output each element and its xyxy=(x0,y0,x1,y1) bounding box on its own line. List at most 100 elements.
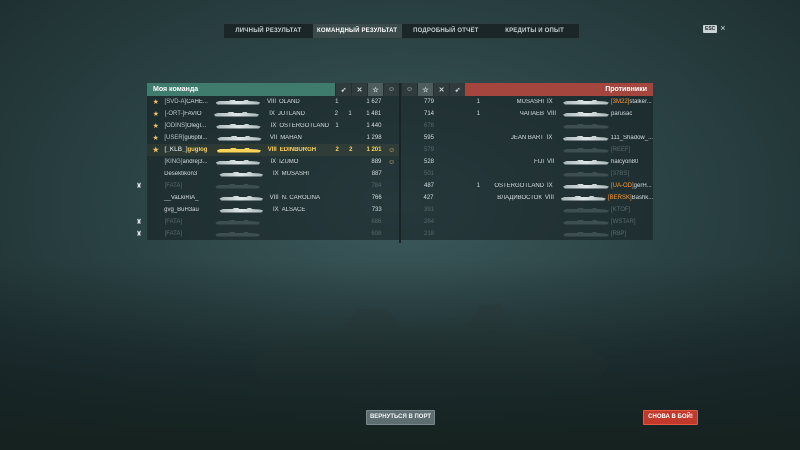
ship-name: MUSASHI xyxy=(516,99,544,105)
base-xp: 678 xyxy=(423,123,434,129)
table-row[interactable]: [FATA] 784 ♜ xyxy=(136,180,399,192)
table-row[interactable]: ★ [_KLB_] guglog VIII EDINBURGH 2 2 1 201 ☺ xyxy=(147,144,399,156)
torpedo-icon[interactable]: ➶ xyxy=(449,83,465,96)
ship-tier: VIII xyxy=(547,111,557,117)
cross-icon[interactable]: ✕ xyxy=(433,83,449,96)
table-row[interactable]: 779 1 MUSASHI IX [3M22] stalker... xyxy=(401,96,653,108)
ship-silhouette-icon xyxy=(219,207,264,213)
close-icon[interactable]: × xyxy=(720,24,725,33)
team-results-board: Моя команда ➶ ✕ ☆ ☺ ★ [SVD-A] CAHE... VIII Ö… xyxy=(136,83,653,243)
close-control[interactable]: ESC × xyxy=(703,24,726,33)
enemy-team-title: Противники xyxy=(465,83,653,96)
ship-tier: VIII xyxy=(267,147,277,153)
ship-tier: IX xyxy=(273,171,279,177)
tab-detailed-report[interactable]: ПОДРОБНЫЙ ОТЧЁТ xyxy=(402,24,491,38)
ship-silhouette-icon xyxy=(563,207,609,213)
kills-count: 1 xyxy=(335,123,339,129)
tab-personal-result[interactable]: ЛИЧНЫЙ РЕЗУЛЬТАТ xyxy=(224,24,313,38)
base-xp: 487 xyxy=(423,183,434,189)
assists-count: 2 xyxy=(349,147,353,153)
ship-silhouette-icon xyxy=(215,231,261,237)
ship-name: MUSASHI xyxy=(281,171,310,177)
base-xp: 1 201 xyxy=(366,147,382,153)
player-name: andrej3... xyxy=(182,159,208,165)
ship-silhouette-icon xyxy=(216,147,262,153)
return-to-port-button[interactable]: ВЕРНУТЬСЯ В ПОРТ xyxy=(366,410,435,425)
base-xp: 733 xyxy=(371,207,382,213)
table-row[interactable]: [FATA] 686 ♜ xyxy=(136,216,399,228)
laurel-icon[interactable]: ☺ xyxy=(401,83,417,96)
table-row[interactable]: [FATA] 608 ♜ xyxy=(136,228,399,240)
battle-again-button[interactable]: СНОВА В БОЙ! xyxy=(643,410,698,425)
player-clan: [REEF] xyxy=(611,147,631,153)
laurel-icon[interactable]: ☺ xyxy=(383,83,399,96)
star-icon[interactable]: ☆ xyxy=(367,83,383,96)
base-xp: 1 481 xyxy=(366,111,382,117)
base-xp: 579 xyxy=(423,147,434,153)
player-name: CAHE... xyxy=(186,99,208,105)
player-name: OlegI... xyxy=(186,123,207,129)
ship-tier: IX xyxy=(547,99,553,105)
table-row[interactable]: 595 JEAN BART IX 111_Shadow_... xyxy=(401,132,653,144)
cross-icon[interactable]: ✕ xyxy=(351,83,367,96)
ship-tier: VII xyxy=(547,159,555,165)
table-row[interactable]: __VaLkiRiA_ VIII N. CAROLINA 766 xyxy=(147,192,399,204)
ship-name: ЧАПАЕВ xyxy=(519,111,544,117)
base-xp: 766 xyxy=(371,195,382,201)
table-row[interactable]: 678 xyxy=(401,120,653,132)
player-clan: [FATA] xyxy=(164,183,183,189)
tab-team-result[interactable]: КОМАНДНЫЙ РЕЗУЛЬТАТ xyxy=(312,24,402,38)
ship-tier: IX xyxy=(270,123,277,129)
base-xp: 779 xyxy=(423,99,434,105)
ship-silhouette-icon xyxy=(217,135,262,141)
table-row[interactable]: 528 FIJI VII halcyon80 xyxy=(401,156,653,168)
table-row[interactable]: ★ [USER] gu6pbl... VII MAHAN 1 298 xyxy=(147,132,399,144)
base-xp: 608 xyxy=(371,231,382,237)
ship-silhouette-icon xyxy=(563,147,609,153)
ship-silhouette-icon xyxy=(215,183,261,189)
player-clan: [KING] xyxy=(164,159,183,165)
player-clan: [SVD-A] xyxy=(164,99,187,105)
division-badge-icon: ♜ xyxy=(135,231,143,238)
my-team-list: ★ [SVD-A] CAHE... VIII ÖLAND 1 1 627 ★ [-ORT-] FA… xyxy=(136,96,399,240)
player-clan: [-ORT-] xyxy=(164,111,185,117)
table-row[interactable]: 714 1 ЧАПАЕВ VIII parusac xyxy=(401,108,653,120)
table-row[interactable]: ★ [-ORT-] FAVIO IX JUTLAND 2 1 1 481 xyxy=(147,108,399,120)
table-row[interactable]: [KING] andrej3... IX IZUMO 889 ☺ xyxy=(147,156,399,168)
ship-name: IZUMO xyxy=(279,159,299,165)
player-clan: [UA-OD] xyxy=(611,183,634,189)
table-row[interactable]: ★ [SVD-A] CAHE... VIII ÖLAND 1 1 627 xyxy=(147,96,399,108)
base-xp: 501 xyxy=(423,171,434,177)
laurel-icon: ☺ xyxy=(388,146,396,154)
ship-silhouette-icon xyxy=(563,171,609,177)
table-row[interactable]: ★ [ODINS] OlegI... IX ÖSTERGÖTLAND 1 1 440 xyxy=(147,120,399,132)
table-row[interactable]: 501 [37BS] xyxy=(401,168,653,180)
tab-credits-xp[interactable]: КРЕДИТЫ И ОПЫТ xyxy=(490,24,579,38)
star-icon[interactable]: ☆ xyxy=(417,83,433,96)
kills-count: 1 xyxy=(476,111,480,117)
player-clan: [ODINS] xyxy=(164,123,187,129)
base-xp: 528 xyxy=(423,159,434,165)
ship-silhouette-icon xyxy=(215,99,261,105)
table-row[interactable]: Desektikon3 IX MUSASHI 887 xyxy=(147,168,399,180)
ship-name: ÖLAND xyxy=(279,99,300,105)
table-row[interactable]: 218 [R8P] xyxy=(401,228,653,240)
kills-count: 1 xyxy=(335,99,339,105)
ship-tier: IX xyxy=(547,183,553,189)
table-row[interactable]: 487 1 ÖSTERGÖTLAND IX [UA-OD] gerH... xyxy=(401,180,653,192)
enemy-team-list: 779 1 MUSASHI IX [3M22] stalker... 714 1 ЧАПАЕВ V… xyxy=(401,96,653,240)
ship-name: JUTLAND xyxy=(277,111,305,117)
table-row[interactable]: 391 [KTOF] xyxy=(401,204,653,216)
player-name: __VaLkiRiA_ xyxy=(164,195,199,201)
table-row[interactable]: 579 [REEF] xyxy=(401,144,653,156)
table-row[interactable]: gvg_BuH3au IX ALSACE 733 xyxy=(147,204,399,216)
table-row[interactable]: 427 ВЛАДИВОСТОК VIII [BERSK] Bashk... xyxy=(401,192,653,204)
table-row[interactable]: 284 [WSTAR] xyxy=(401,216,653,228)
torpedo-icon[interactable]: ➶ xyxy=(335,83,351,96)
ship-name: FIJI xyxy=(534,159,544,165)
player-clan: [USER] xyxy=(164,135,185,141)
ship-silhouette-icon xyxy=(216,123,261,129)
kills-count: 1 xyxy=(476,183,480,189)
base-xp: 218 xyxy=(423,231,434,237)
ship-silhouette-icon xyxy=(215,159,261,165)
